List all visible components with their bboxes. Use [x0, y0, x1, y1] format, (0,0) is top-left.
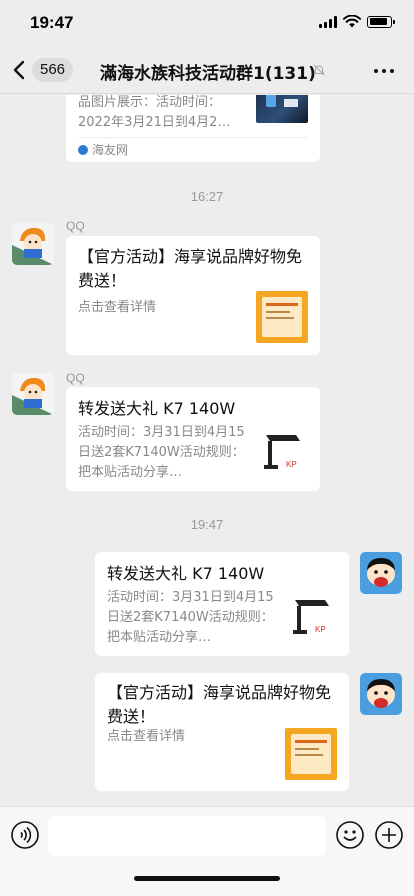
aquarium-lamp-thumbnail: KP [285, 592, 337, 644]
card-divider [78, 137, 308, 138]
more-options-icon[interactable] [374, 62, 396, 80]
cellular-signal-icon [319, 15, 337, 28]
message-input[interactable] [48, 816, 326, 856]
wifi-icon [343, 15, 361, 28]
cartoon-avatar-icon [12, 373, 54, 415]
my-avatar[interactable] [360, 673, 402, 715]
link-card-partial[interactable]: 品图片展示：活动时间： 2022年3月21日到4月2… 海友网 [66, 95, 320, 162]
home-indicator[interactable] [134, 876, 280, 881]
my-avatar[interactable] [360, 552, 402, 594]
card-desc-line: 2022年3月21日到4月2… [78, 115, 231, 130]
chat-title: 滿海水族科技活动群1(131) [100, 64, 316, 84]
link-card[interactable]: 转发送大礼 K7 140W 活动时间：3月31日到4月15日送2套K7140W活… [66, 387, 320, 491]
svg-text:KP: KP [286, 460, 297, 469]
card-desc: 点击查看详情 [78, 300, 157, 315]
product-photo-thumbnail [256, 95, 308, 123]
unread-count-badge[interactable]: 566 [32, 58, 74, 82]
card-desc-line: 品图片展示：活动时间： [78, 95, 222, 110]
message-list[interactable]: 品图片展示：活动时间： 2022年3月21日到4月2… 海友网 16:27 QQ… [0, 95, 414, 806]
status-icons [319, 15, 395, 28]
link-card[interactable]: 【官方活动】海享说品牌好物免费送！ 点击查看详情 [95, 673, 349, 791]
timestamp: 16:27 [190, 189, 224, 204]
cartoon-avatar-icon [12, 223, 54, 265]
poster-thumbnail [256, 291, 308, 343]
card-desc: 点击查看详情 [107, 729, 186, 744]
poster-thumbnail [285, 728, 337, 780]
sender-name: QQ [66, 371, 85, 385]
status-time: 19:47 [30, 13, 74, 32]
chat-header: 566 滿海水族科技活动群1(131) [0, 48, 414, 94]
card-title: 转发送大礼 K7 140W [107, 564, 265, 583]
sender-name: QQ [66, 219, 85, 233]
avatar[interactable] [12, 223, 54, 265]
cartoon-avatar-icon [360, 552, 402, 594]
status-bar: 19:47 [0, 0, 414, 48]
cartoon-avatar-icon [360, 673, 402, 715]
link-card[interactable]: 【官方活动】海享说品牌好物免费送！ 点击查看详情 [66, 236, 320, 355]
card-title: 【官方活动】海享说品牌好物免费送！ [107, 683, 332, 726]
card-desc: 活动时间：3月31日到4月15日送2套K7140W活动规则：把本贴活动分享… [78, 425, 245, 480]
input-bar [0, 806, 414, 896]
svg-text:KP: KP [315, 625, 326, 634]
source-name: 海友网 [92, 143, 129, 157]
voice-input-icon[interactable] [10, 820, 40, 850]
card-title: 转发送大礼 K7 140W [78, 399, 236, 418]
aquarium-lamp-thumbnail: KP [256, 427, 308, 479]
emoji-icon[interactable] [335, 820, 365, 850]
avatar[interactable] [12, 373, 54, 415]
source-logo-icon [78, 144, 88, 155]
timestamp: 19:47 [190, 517, 224, 532]
back-chevron-icon[interactable] [10, 58, 30, 82]
card-desc: 活动时间：3月31日到4月15日送2套K7140W活动规则：把本贴活动分享… [107, 590, 274, 645]
card-source: 海友网 [78, 141, 128, 158]
mute-bell-icon [313, 64, 325, 76]
link-card[interactable]: 转发送大礼 K7 140W 活动时间：3月31日到4月15日送2套K7140W活… [95, 552, 349, 656]
card-title: 【官方活动】海享说品牌好物免费送！ [78, 247, 303, 290]
plus-icon[interactable] [374, 820, 404, 850]
battery-icon [367, 15, 395, 28]
